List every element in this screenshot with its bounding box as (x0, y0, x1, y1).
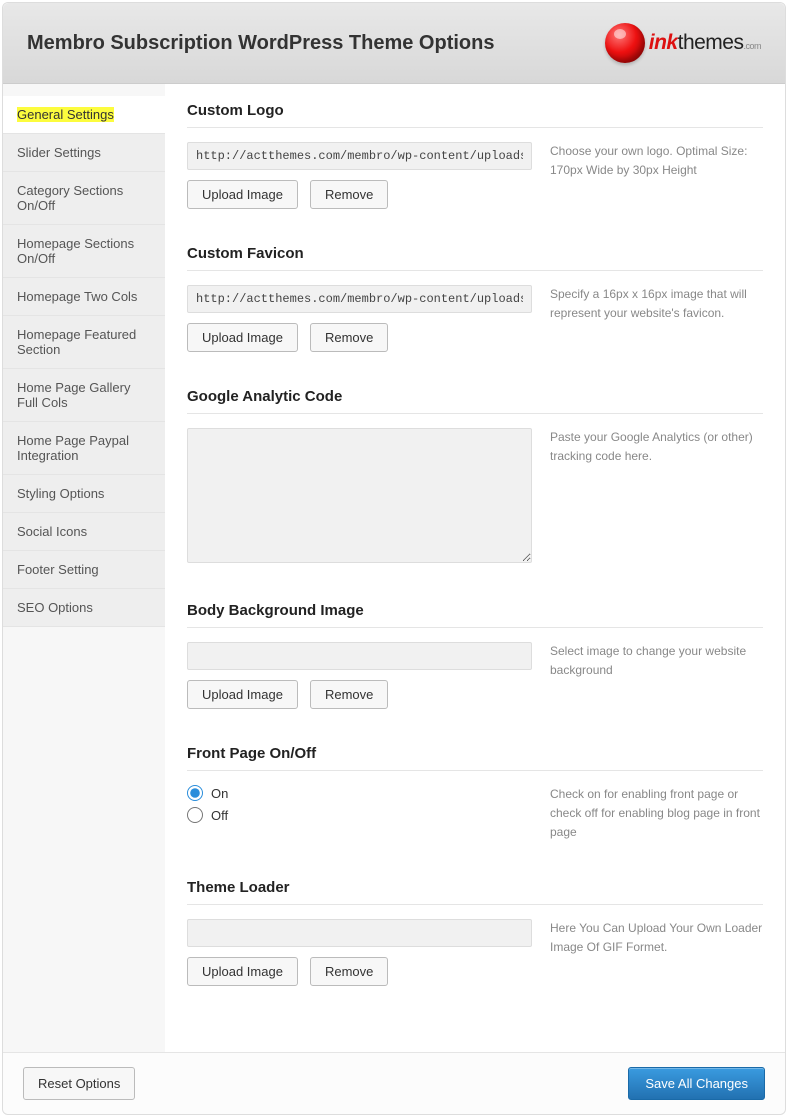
frontpage-on-label: On (211, 786, 228, 801)
sidebar-item-seo-options[interactable]: SEO Options (3, 589, 165, 627)
sidebar-item-styling-options[interactable]: Styling Options (3, 475, 165, 513)
logo-help-text: Choose your own logo. Optimal Size: 170p… (550, 142, 763, 209)
sidebar-item-general-settings[interactable]: General Settings (3, 96, 165, 134)
sidebar-item-footer-setting[interactable]: Footer Setting (3, 551, 165, 589)
custom-favicon-input[interactable] (187, 285, 532, 313)
bodybg-input[interactable] (187, 642, 532, 670)
remove-loader-button[interactable]: Remove (310, 957, 388, 986)
frontpage-off-option[interactable]: Off (187, 807, 532, 823)
frontpage-off-radio[interactable] (187, 807, 203, 823)
sidebar-item-category-sections[interactable]: Category Sections On/Off (3, 172, 165, 225)
frontpage-on-option[interactable]: On (187, 785, 532, 801)
upload-loader-button[interactable]: Upload Image (187, 957, 298, 986)
remove-favicon-button[interactable]: Remove (310, 323, 388, 352)
page-title: Membro Subscription WordPress Theme Opti… (27, 32, 494, 55)
sidebar: General Settings Slider Settings Categor… (3, 84, 165, 1052)
section-title-frontpage: Front Page On/Off (187, 745, 763, 771)
favicon-help-text: Specify a 16px x 16px image that will re… (550, 285, 763, 352)
sidebar-item-social-icons[interactable]: Social Icons (3, 513, 165, 551)
section-title-favicon: Custom Favicon (187, 245, 763, 271)
analytics-help-text: Paste your Google Analytics (or other) t… (550, 428, 763, 566)
section-title-analytics: Google Analytic Code (187, 388, 763, 414)
section-title-loader: Theme Loader (187, 879, 763, 905)
bodybg-help-text: Select image to change your website back… (550, 642, 763, 709)
footer: Reset Options Save All Changes (3, 1052, 785, 1114)
remove-logo-button[interactable]: Remove (310, 180, 388, 209)
custom-logo-input[interactable] (187, 142, 532, 170)
header: Membro Subscription WordPress Theme Opti… (3, 3, 785, 84)
analytics-textarea[interactable] (187, 428, 532, 563)
sidebar-item-homepage-sections[interactable]: Homepage Sections On/Off (3, 225, 165, 278)
remove-bodybg-button[interactable]: Remove (310, 680, 388, 709)
upload-favicon-button[interactable]: Upload Image (187, 323, 298, 352)
logo-com: .com (743, 41, 761, 51)
frontpage-on-radio[interactable] (187, 785, 203, 801)
sidebar-item-paypal-integration[interactable]: Home Page Paypal Integration (3, 422, 165, 475)
sidebar-item-slider-settings[interactable]: Slider Settings (3, 134, 165, 172)
frontpage-off-label: Off (211, 808, 228, 823)
sidebar-item-homepage-two-cols[interactable]: Homepage Two Cols (3, 278, 165, 316)
main-content: Custom Logo Upload Image Remove Choose y… (165, 84, 785, 1052)
loader-help-text: Here You Can Upload Your Own Loader Imag… (550, 919, 763, 986)
logo-ink: ink (649, 31, 678, 54)
upload-logo-button[interactable]: Upload Image (187, 180, 298, 209)
upload-bodybg-button[interactable]: Upload Image (187, 680, 298, 709)
logo-themes: themes (678, 31, 744, 54)
loader-input[interactable] (187, 919, 532, 947)
section-title-logo: Custom Logo (187, 102, 763, 128)
logo-ball-icon (605, 23, 645, 63)
frontpage-help-text: Check on for enabling front page or chec… (550, 785, 763, 843)
sidebar-item-gallery-full-cols[interactable]: Home Page Gallery Full Cols (3, 369, 165, 422)
brand-logo: inkthemes.com (605, 23, 761, 63)
section-title-bodybg: Body Background Image (187, 602, 763, 628)
sidebar-item-homepage-featured[interactable]: Homepage Featured Section (3, 316, 165, 369)
